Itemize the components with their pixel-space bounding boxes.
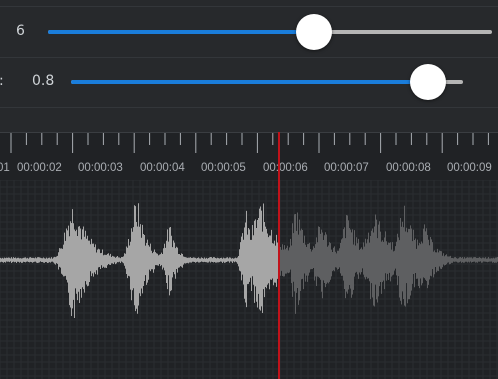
slider-1-track[interactable] [48,14,492,50]
time-ruler[interactable]: 01 00:00:02 00:00:03 00:00:04 00:00:05 0… [0,132,498,181]
waveform-area[interactable] [0,180,498,379]
playhead-cursor[interactable] [278,132,280,379]
slider-2-thumb[interactable] [409,64,446,100]
slider-2-track[interactable] [71,64,463,100]
time-label: 00:00:03 [78,162,123,174]
app-root: 6 : 0.8 01 00:00:02 00:00:03 00:00:04 00… [0,0,498,379]
time-label: 00:00:04 [140,162,185,174]
waveform-timeline[interactable]: 01 00:00:02 00:00:03 00:00:04 00:00:05 0… [0,132,498,379]
slider-row-2: : 0.8 [0,57,498,108]
time-label: 00:00:08 [386,162,431,174]
slider-2-label: : [0,73,4,89]
time-label: 00:00:06 [263,162,308,174]
slider-2-value: 0.8 [32,73,55,89]
slider-1-fill [48,30,315,34]
time-label: 00:00:09 [447,162,492,174]
time-label: 01 [0,162,10,174]
slider-2-fill [71,80,428,84]
slider-1-thumb[interactable] [296,14,333,50]
slider-row-1: 6 [0,6,498,58]
time-label: 00:00:07 [324,162,369,174]
time-label: 00:00:02 [17,162,62,174]
controls-panel: 6 : 0.8 [0,0,498,132]
slider-1-value: 6 [16,23,25,39]
time-label: 00:00:05 [201,162,246,174]
